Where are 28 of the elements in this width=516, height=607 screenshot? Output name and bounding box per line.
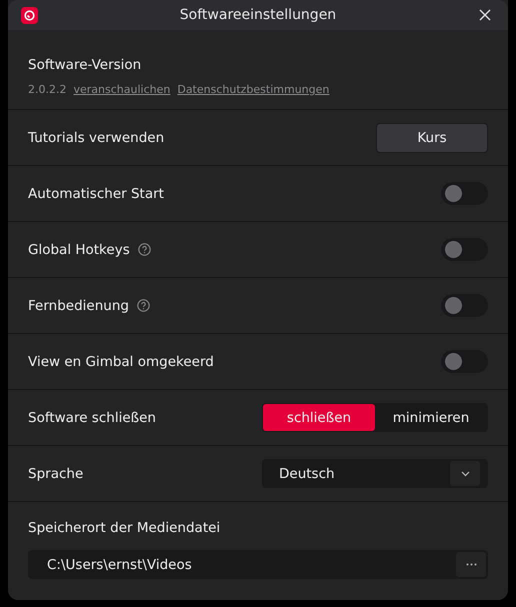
- setting-label: View en Gimbal omgekeerd: [28, 354, 214, 370]
- toggle-switch[interactable]: [441, 350, 488, 373]
- version-number: 2.0.2.2: [28, 83, 66, 96]
- toggle-switch[interactable]: [441, 182, 488, 205]
- setting-label: Sprache: [28, 466, 84, 482]
- setting-label: Global Hotkeys: [28, 242, 130, 258]
- close-icon[interactable]: [478, 8, 492, 22]
- help-icon[interactable]: [136, 299, 150, 312]
- link[interactable]: veranschaulichen: [73, 83, 170, 96]
- chevron-down-icon: [460, 470, 470, 476]
- toggle-switch[interactable]: [441, 238, 488, 261]
- app-logo-icon: [21, 6, 38, 24]
- segment-option[interactable]: minimieren: [375, 404, 487, 431]
- more-icon: [466, 563, 476, 566]
- setting-label: Tutorials verwenden: [28, 130, 164, 146]
- segment-option[interactable]: schließen: [263, 404, 375, 431]
- setting-label: Software schließen: [28, 410, 156, 426]
- help-icon[interactable]: [138, 243, 151, 256]
- link[interactable]: Datenschutzbestimmungen: [177, 83, 330, 96]
- course-button[interactable]: Kurs: [376, 122, 488, 152]
- toggle-switch[interactable]: [441, 294, 488, 317]
- setting-label: Fernbedienung: [28, 298, 129, 314]
- section-heading: Software-Version: [28, 57, 142, 73]
- window-title: Softwareeinstellungen: [178, 7, 338, 23]
- section-heading: Speicherort der Mediendatei: [28, 520, 220, 536]
- setting-label: Automatischer Start: [28, 186, 164, 202]
- path-field[interactable]: C:\Users\ernst\Videos: [28, 550, 488, 579]
- language-dropdown[interactable]: Deutsch: [262, 459, 488, 488]
